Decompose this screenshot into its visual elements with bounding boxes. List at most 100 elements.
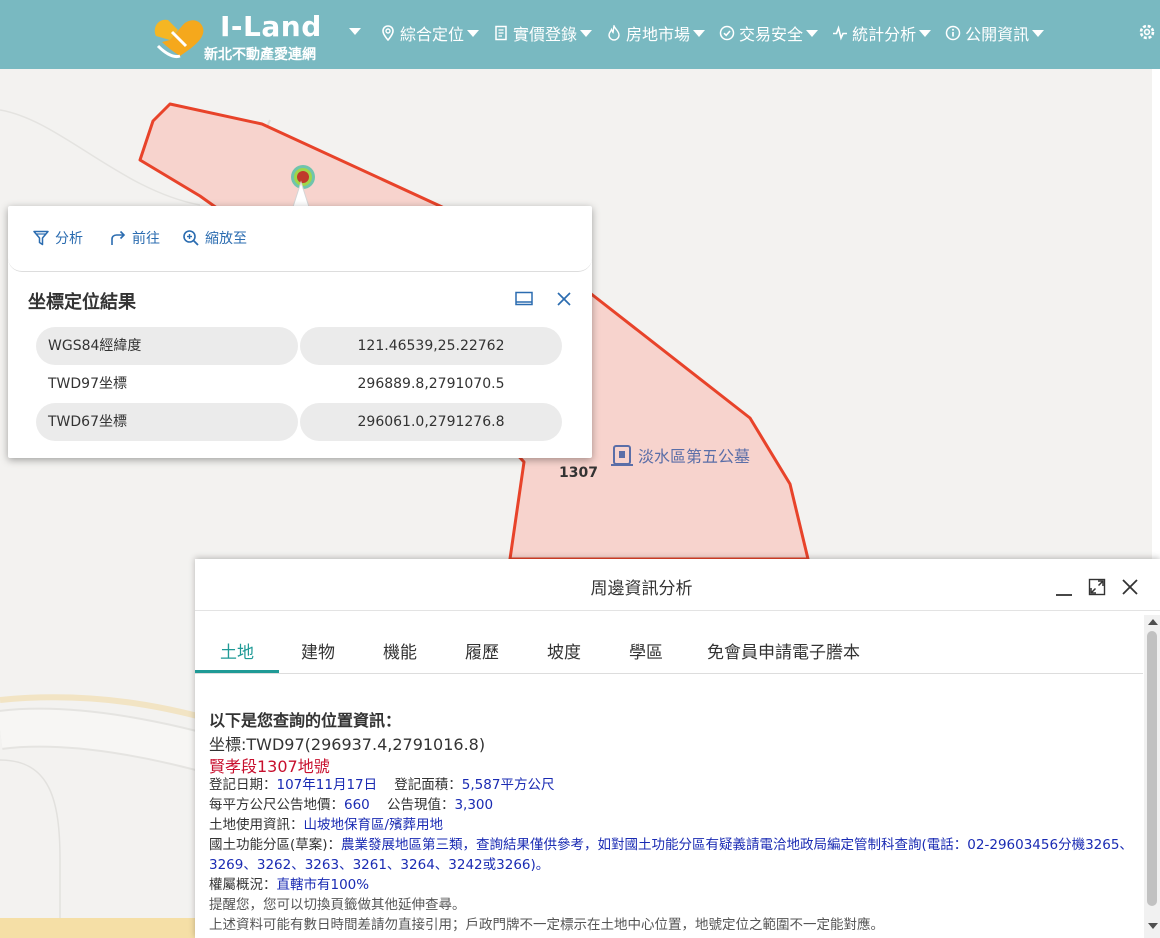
chevron-down-icon [693, 29, 706, 37]
land-price-label: 每平方公尺公告地價： [209, 797, 344, 813]
coord-value: 296061.0,2791276.8 [300, 403, 562, 441]
tab-school-district[interactable]: 學區 [629, 638, 663, 663]
coord-value: 121.46539,25.22762 [300, 327, 562, 365]
logo-title: I-Land [220, 10, 322, 43]
ownership-value: 直轄市有100% [276, 877, 370, 893]
coord-value: 296889.8,2791070.5 [357, 376, 505, 392]
zoom-to-label: 縮放至 [205, 231, 247, 247]
fire-icon [608, 25, 620, 41]
current-value-label: 公告現值： [386, 797, 455, 813]
nav-item-locate[interactable]: 綜合定位 [380, 21, 480, 45]
popup-toolbar: 分析 前往 縮放至 [8, 206, 592, 272]
close-icon[interactable] [555, 290, 573, 308]
chevron-down-icon [1032, 29, 1045, 37]
nav-label: 實價登錄 [513, 25, 578, 44]
nav-item-public-info[interactable]: 公開資訊 [945, 21, 1045, 45]
land-use-label: 土地使用資訊： [209, 817, 304, 833]
info-heading: 以下是您查詢的位置資訊： [209, 711, 402, 730]
nav-label: 房地市場 [626, 25, 691, 44]
filter-icon [33, 230, 49, 246]
dock-panel-icon[interactable] [515, 291, 533, 307]
gear-icon[interactable] [1137, 22, 1157, 42]
scroll-up-arrow-icon[interactable] [1148, 619, 1158, 625]
coordinate-result-popup: 分析 前往 縮放至 坐標定位結果 WGS84經緯度 121.46539,25.2… [8, 206, 592, 458]
coord-key: WGS84經緯度 [36, 327, 298, 365]
forward-arrow-icon [111, 230, 126, 245]
check-circle-icon [719, 25, 735, 41]
registration-line: 登記日期：107年11月17日 登記面積：5,587平方公尺 [209, 775, 1134, 795]
coord-key: TWD97坐標 [48, 376, 127, 392]
analyze-button[interactable]: 分析 [32, 228, 83, 248]
chevron-down-icon [580, 29, 593, 37]
table-row: TWD67坐標 296061.0,2791276.8 [36, 403, 564, 441]
minimize-icon[interactable] [1055, 581, 1073, 597]
land-info: 以下是您查詢的位置資訊： 坐標:TWD97(296937.4,2791016.8… [209, 707, 1134, 935]
nav-item-market[interactable]: 房地市場 [606, 21, 706, 45]
zoning-value: 農業發展地區第三類，查詢結果僅供參考，如對國土功能分區有疑義請電洽地政局編定管制… [209, 837, 1133, 873]
nav-item-price-registration[interactable]: 實價登錄 [493, 21, 593, 45]
scrollbar-thumb[interactable] [1147, 631, 1157, 906]
data-disclaimer: 上述資料可能有數日時間差請勿直接引用；戶政門牌不一定標示在土地中心位置，地號定位… [209, 917, 884, 933]
scroll-down-arrow-icon[interactable] [1148, 923, 1158, 929]
tab-e-transcript[interactable]: 免會員申請電子謄本 [707, 638, 860, 663]
ownership-label: 權屬概況： [209, 877, 277, 893]
chevron-down-icon [467, 29, 480, 37]
reg-date-value: 107年11月17日 [276, 777, 378, 793]
tab-function[interactable]: 機能 [383, 638, 417, 663]
table-row: TWD97坐標 296889.8,2791070.5 [36, 365, 564, 403]
site-logo[interactable]: I-Land 新北不動產愛連網 [148, 6, 348, 64]
nav-label: 公開資訊 [965, 25, 1030, 44]
tab-slope[interactable]: 坡度 [547, 638, 581, 663]
location-pin-icon [382, 25, 394, 41]
nav-label: 交易安全 [739, 25, 804, 44]
lot-number: 賢孝段1307地號 [209, 757, 330, 776]
tab-building[interactable]: 建物 [301, 638, 335, 663]
map-road-bottom [0, 918, 200, 938]
active-tab-indicator [195, 670, 279, 673]
tab-land[interactable]: 土地 [220, 638, 254, 663]
zoning-line: 國土功能分區(草案)：農業發展地區第三類，查詢結果僅供參考，如對國土功能分區有疑… [209, 835, 1134, 875]
coordinate-table: WGS84經緯度 121.46539,25.22762 TWD97坐標 2968… [36, 327, 564, 441]
logo-subtitle: 新北不動產愛連網 [204, 47, 316, 63]
pulse-icon [833, 25, 848, 41]
main-nav: 綜合定位 實價登錄 房地市場 交易安全 統計分析 公開資訊 [380, 20, 1045, 46]
nav-label: 統計分析 [852, 25, 917, 44]
land-use-value: 山坡地保育區/殯葬用地 [303, 817, 444, 833]
reg-area-value: 5,587平方公尺 [461, 777, 555, 793]
zoom-to-button[interactable]: 縮放至 [182, 228, 247, 248]
price-line: 每平方公尺公告地價：660 公告現值：3,300 [209, 795, 1134, 815]
reg-date-label: 登記日期： [209, 777, 277, 793]
land-price-value: 660 [344, 797, 370, 813]
popup-title: 坐標定位結果 [28, 292, 136, 313]
nav-label: 綜合定位 [400, 25, 465, 44]
ownership-line: 權屬概況：直轄市有100% [209, 875, 1134, 895]
go-to-label: 前往 [132, 231, 160, 247]
current-value-value: 3,300 [454, 797, 494, 813]
nav-item-transaction-safety[interactable]: 交易安全 [719, 21, 819, 45]
top-header: I-Land 新北不動產愛連網 綜合定位 實價登錄 房地市場 交易安全 統計分析… [0, 0, 1160, 69]
expand-icon[interactable] [1088, 578, 1106, 596]
nav-collapse-caret-icon[interactable] [349, 28, 361, 35]
tab-reminder: 提醒您，您可以切換頁籤做其他延伸查尋。 [209, 897, 466, 913]
tab-history[interactable]: 履歷 [465, 638, 499, 663]
poi-label: 淡水區第五公墓 [638, 447, 750, 466]
coord-key: TWD67坐標 [36, 403, 298, 441]
chevron-down-icon [919, 29, 932, 37]
reg-area-label: 登記面積： [394, 777, 462, 793]
table-row: WGS84經緯度 121.46539,25.22762 [36, 327, 564, 365]
go-to-button[interactable]: 前往 [109, 228, 160, 248]
nav-item-statistics[interactable]: 統計分析 [832, 21, 932, 45]
parcel-number-label: 1307 [559, 465, 598, 481]
surrounding-analysis-panel: 周邊資訊分析 土地 建物 機能 履歷 坡度 學區 免會員申請電子謄本 以下是您查… [195, 559, 1160, 938]
land-use-line: 土地使用資訊：山坡地保育區/殯葬用地 [209, 815, 1134, 835]
map-edge [1152, 69, 1160, 559]
info-coordinate: 坐標:TWD97(296937.4,2791016.8) [209, 735, 486, 754]
chevron-down-icon [806, 29, 819, 37]
zoom-in-icon [183, 230, 199, 246]
logo-hands-icon [154, 19, 204, 58]
panel-header: 周邊資訊分析 [195, 559, 1160, 611]
zoning-label: 國土功能分區(草案)： [209, 837, 342, 853]
document-icon [495, 25, 507, 41]
close-icon[interactable] [1121, 578, 1139, 596]
panel-tabs: 土地 建物 機能 履歷 坡度 學區 免會員申請電子謄本 [195, 622, 1143, 674]
